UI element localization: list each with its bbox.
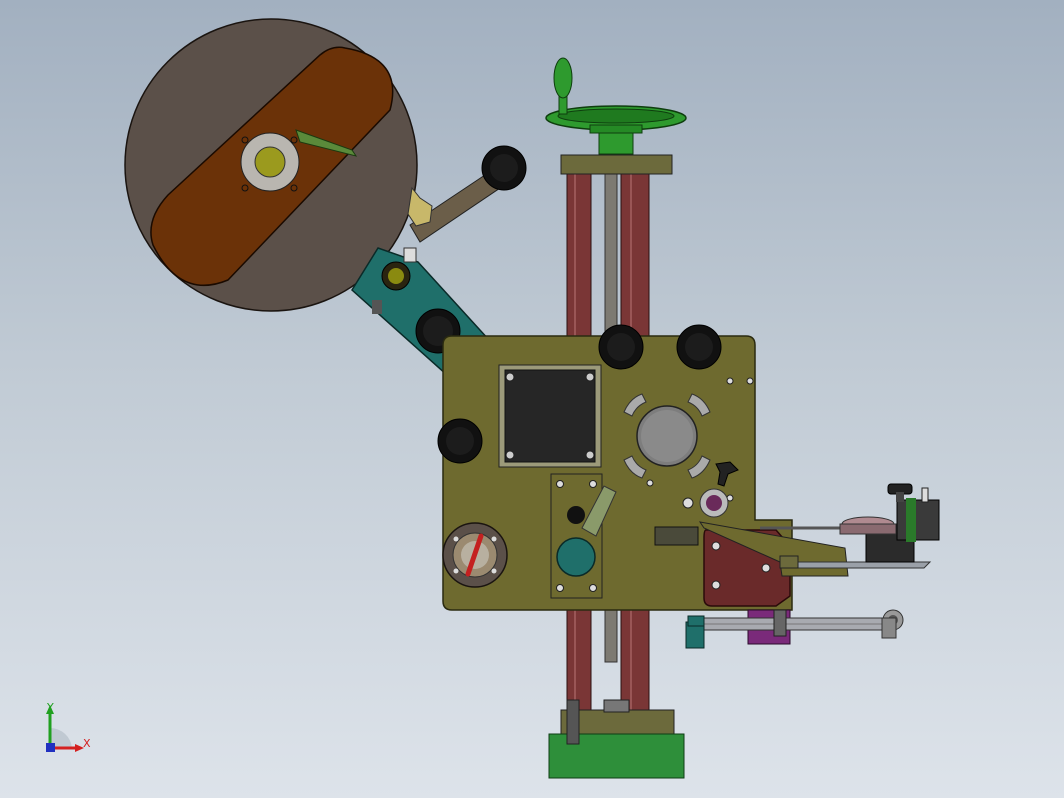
handwheel-hub: [598, 131, 634, 155]
top-cap-plate: [560, 154, 673, 175]
pneumatic-cylinder: [685, 609, 904, 649]
tension-arm: [407, 145, 527, 243]
adjust-plate: [550, 473, 603, 599]
triad-y-label: Y: [46, 701, 54, 714]
coordinate-triad: Y X: [46, 701, 91, 752]
reel-hub-inner: [254, 146, 286, 178]
triad-x-label: X: [83, 737, 91, 750]
label-sensor: [839, 483, 940, 563]
triad-z-axis: [46, 743, 55, 752]
cad-viewport[interactable]: Y X: [0, 0, 1064, 798]
handwheel[interactable]: [545, 57, 687, 155]
base-assembly: [548, 699, 685, 779]
teal-roller: [556, 537, 596, 577]
base-clamp: [566, 699, 580, 745]
handwheel-grip[interactable]: [553, 57, 573, 99]
